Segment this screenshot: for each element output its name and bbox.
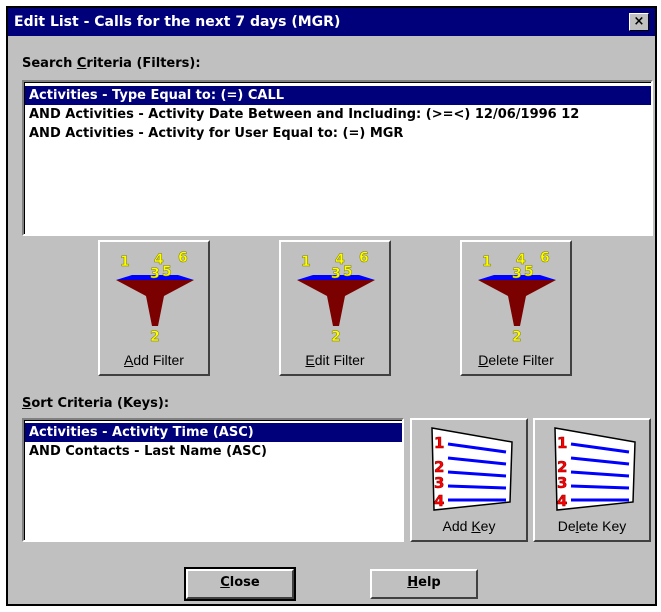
window-title: Edit List - Calls for the next 7 days (M… bbox=[14, 14, 341, 30]
svg-text:2: 2 bbox=[331, 329, 341, 344]
funnel-icon: 1 4 6 3 5 2 bbox=[297, 250, 375, 344]
svg-text:6: 6 bbox=[359, 250, 369, 266]
svg-text:3: 3 bbox=[331, 266, 341, 282]
svg-text:5: 5 bbox=[162, 264, 172, 280]
sorted-list-icon: 1 2 3 4 bbox=[554, 427, 636, 511]
svg-text:5: 5 bbox=[343, 264, 353, 280]
sort-key-item[interactable]: AND Contacts - Last Name (ASC) bbox=[25, 442, 402, 461]
svg-text:1: 1 bbox=[120, 254, 130, 270]
svg-text:1: 1 bbox=[557, 434, 567, 452]
close-icon: × bbox=[633, 14, 645, 29]
svg-text:1: 1 bbox=[482, 254, 492, 270]
delete-key-button[interactable]: 1 2 3 4 Delete Key bbox=[533, 418, 651, 542]
filter-item[interactable]: AND Activities - Activity Date Between a… bbox=[25, 105, 651, 124]
search-criteria-label: Search Criteria (Filters): bbox=[22, 56, 201, 71]
filter-item[interactable]: AND Activities - Activity for User Equal… bbox=[25, 124, 651, 143]
close-button[interactable]: Close bbox=[184, 567, 296, 601]
funnel-icon: 1 4 6 3 5 2 bbox=[116, 250, 194, 344]
delete-key-label: Delete Key bbox=[557, 518, 627, 534]
sorted-list-icon: 1 2 3 4 bbox=[431, 427, 513, 511]
sort-criteria-label: Sort Criteria (Keys): bbox=[22, 396, 170, 411]
delete-filter-button[interactable]: 1 4 6 3 5 2 Delete Filter bbox=[460, 240, 572, 376]
svg-text:1: 1 bbox=[434, 434, 444, 452]
svg-text:3: 3 bbox=[434, 474, 444, 492]
add-key-label: Add Key bbox=[442, 518, 496, 534]
search-criteria-list[interactable]: Activities - Type Equal to: (=) CALL AND… bbox=[22, 80, 653, 236]
close-window-button[interactable]: × bbox=[629, 13, 649, 31]
svg-text:3: 3 bbox=[557, 474, 567, 492]
sort-key-item[interactable]: Activities - Activity Time (ASC) bbox=[25, 423, 402, 442]
delete-filter-label: Delete Filter bbox=[478, 352, 554, 368]
svg-text:2: 2 bbox=[150, 329, 160, 344]
add-filter-button[interactable]: 1 4 6 3 5 2 Add Filter bbox=[98, 240, 210, 376]
svg-text:3: 3 bbox=[150, 266, 160, 282]
svg-text:2: 2 bbox=[512, 329, 522, 344]
svg-text:3: 3 bbox=[512, 266, 522, 282]
edit-list-dialog: Edit List - Calls for the next 7 days (M… bbox=[6, 6, 657, 606]
svg-text:1: 1 bbox=[301, 254, 311, 270]
edit-filter-button[interactable]: 1 4 6 3 5 2 Edit Filter bbox=[279, 240, 391, 376]
add-key-button[interactable]: 1 2 3 4 Add Key bbox=[410, 418, 528, 542]
svg-text:6: 6 bbox=[178, 250, 188, 266]
sort-criteria-list[interactable]: Activities - Activity Time (ASC) AND Con… bbox=[22, 418, 404, 542]
svg-text:6: 6 bbox=[540, 250, 550, 266]
funnel-icon: 1 4 6 3 5 2 bbox=[478, 250, 556, 344]
svg-text:4: 4 bbox=[434, 492, 444, 510]
add-filter-label: Add Filter bbox=[124, 352, 184, 368]
search-criteria-list-inner: Activities - Type Equal to: (=) CALL AND… bbox=[24, 82, 651, 234]
help-button[interactable]: Help bbox=[370, 569, 478, 599]
svg-text:5: 5 bbox=[524, 264, 534, 280]
edit-filter-label: Edit Filter bbox=[305, 352, 365, 368]
svg-text:4: 4 bbox=[557, 492, 567, 510]
title-bar: Edit List - Calls for the next 7 days (M… bbox=[8, 8, 655, 36]
sort-criteria-list-inner: Activities - Activity Time (ASC) AND Con… bbox=[24, 420, 402, 540]
filter-item[interactable]: Activities - Type Equal to: (=) CALL bbox=[25, 86, 651, 105]
